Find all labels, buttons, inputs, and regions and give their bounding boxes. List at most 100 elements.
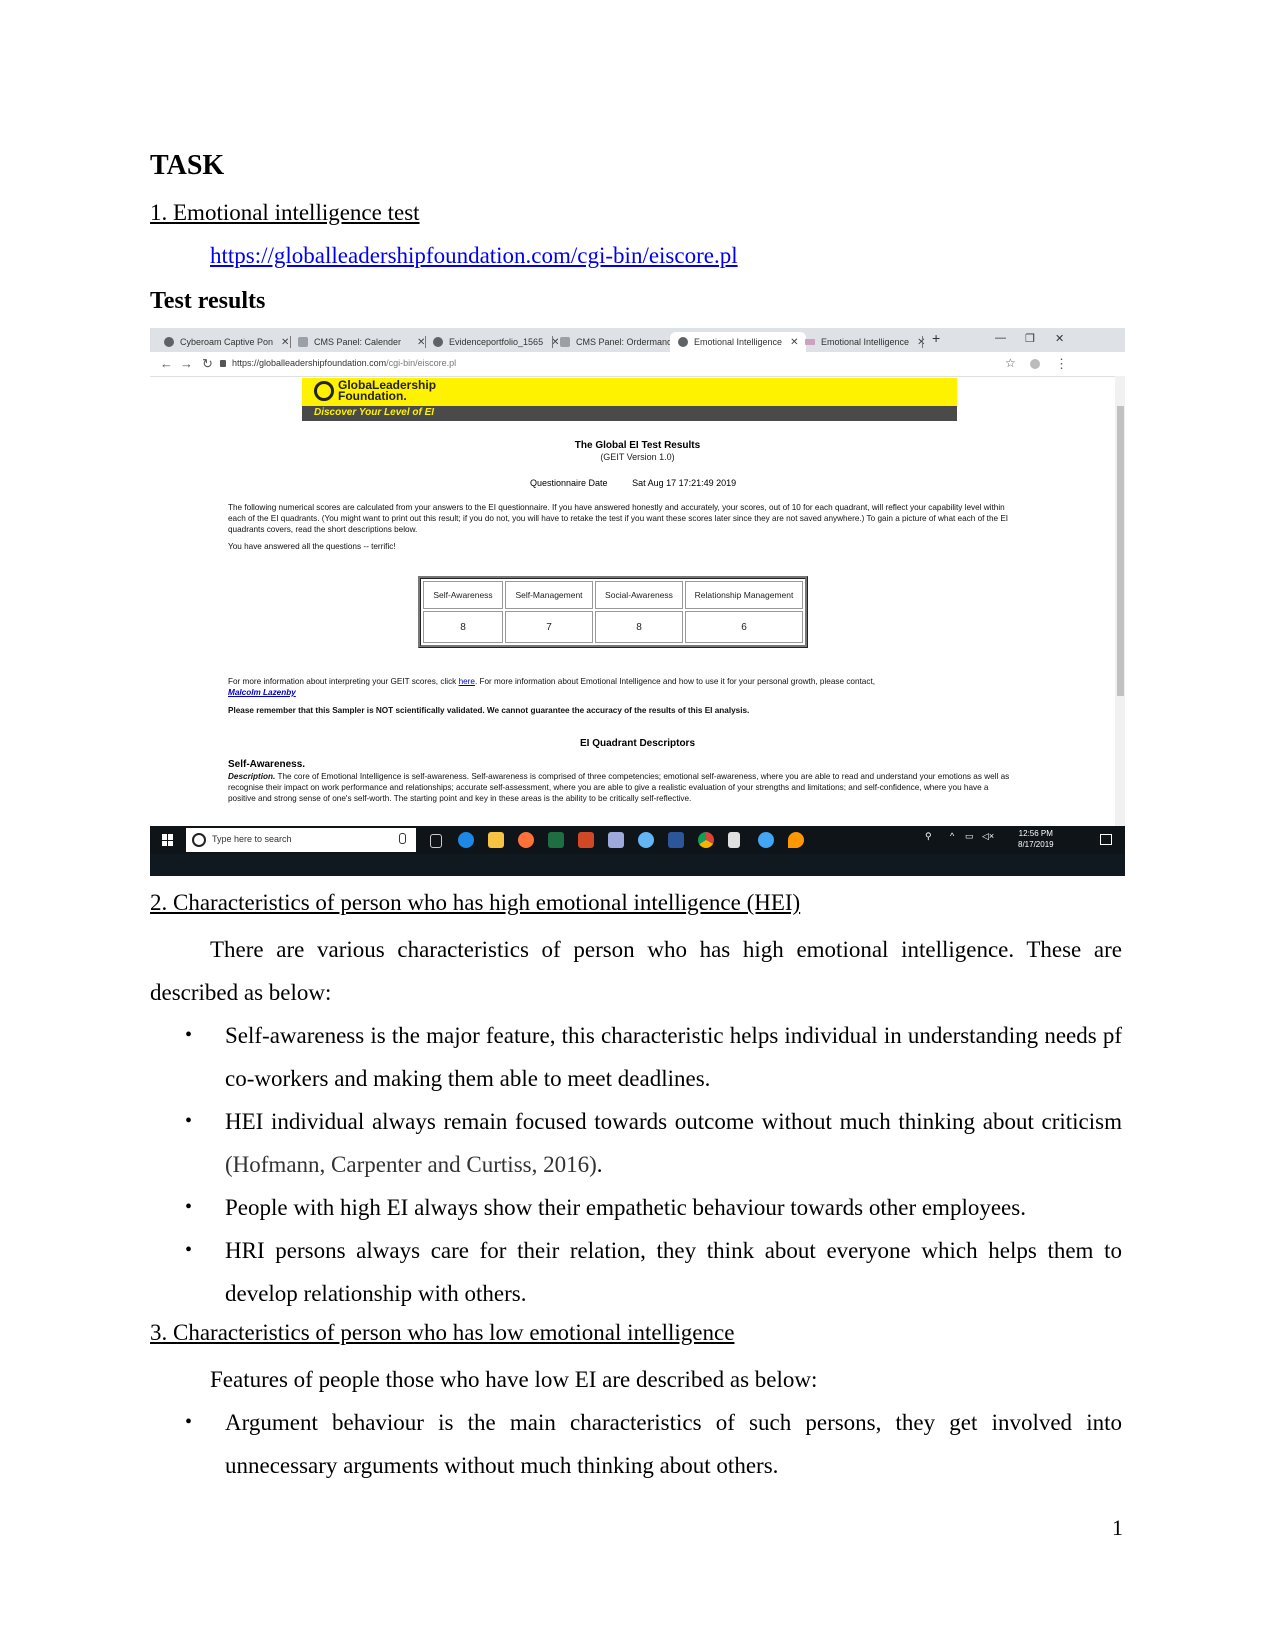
tray-chevron-icon[interactable]: ^ — [950, 831, 954, 841]
profile-avatar[interactable] — [1030, 359, 1040, 369]
score-value: 8 — [595, 611, 683, 643]
description-text: The core of Emotional Intelligence is se… — [228, 772, 1010, 803]
section2-intro: There are various characteristics of per… — [150, 928, 1122, 1014]
microphone-icon[interactable] — [399, 833, 406, 844]
browser-tab-active[interactable]: Emotional Intelligence ✕ — [670, 332, 807, 352]
menu-icon[interactable]: ⋮ — [1055, 356, 1068, 372]
date-label: Questionnaire Date — [530, 478, 608, 488]
here-link[interactable]: here — [459, 677, 475, 686]
mail-icon — [805, 339, 815, 345]
list-item-text: Argument behaviour is the main character… — [225, 1410, 1122, 1478]
cms-icon — [560, 337, 570, 347]
paint-icon[interactable] — [608, 832, 624, 848]
section2-heading: 2. Characteristics of person who has hig… — [150, 890, 801, 915]
lei-characteristics-list: • Argument behaviour is the main characte… — [150, 1401, 1122, 1487]
score-value: 7 — [505, 611, 593, 643]
list-item: • People with high EI always show their e… — [150, 1186, 1122, 1229]
url-host: https://globalleadershipfoundation.com — [232, 358, 387, 368]
score-header: Social-Awareness — [595, 581, 683, 609]
back-button[interactable]: ← — [160, 356, 173, 371]
questionnaire-date: Questionnaire Date Sat Aug 17 17:21:49 2… — [530, 478, 758, 488]
more-info-text: For more information about interpreting … — [228, 676, 1018, 698]
tab-label: CMS Panel: Ordermano — [576, 337, 673, 347]
logo-icon — [314, 381, 334, 401]
taskbar-clock[interactable]: 12:56 PM 8/17/2019 — [1018, 828, 1054, 850]
site-brand: GlobaLeadership Foundation. — [338, 379, 436, 402]
results-version: (GEIT Version 1.0) — [600, 452, 675, 462]
scores-table: Self-Awareness Self-Management Social-Aw… — [418, 576, 808, 648]
powerpoint-icon[interactable] — [578, 832, 594, 848]
task-heading: TASK — [150, 150, 225, 181]
firefox-icon[interactable] — [518, 832, 534, 848]
list-item-text: Self-awareness is the major feature, thi… — [225, 1023, 1122, 1091]
globe-icon — [164, 337, 174, 347]
self-awareness-description: Description. The core of Emotional Intel… — [228, 771, 1018, 804]
close-icon[interactable]: ✕ — [281, 337, 289, 348]
disclaimer: Please remember that this Sampler is NOT… — [228, 706, 750, 715]
bullet-icon: • — [185, 1196, 193, 1218]
windows-taskbar: Type here to search ⚲ ^ ▭ ◁× 12:56 PM 8/… — [150, 826, 1125, 876]
excel-icon[interactable] — [548, 832, 564, 848]
page-number: 1 — [1112, 1515, 1123, 1540]
file-explorer-icon[interactable] — [488, 832, 504, 848]
browser-tab[interactable]: Evidenceportfolio_1565 ✕ — [433, 332, 559, 352]
globe-icon — [433, 337, 443, 347]
score-header: Self-Awareness — [423, 581, 503, 609]
site-tagline: Discover Your Level of EI — [314, 407, 435, 418]
restore-button[interactable]: ❐ — [1025, 332, 1035, 345]
reload-button[interactable]: ↻ — [202, 356, 213, 372]
section1-heading: 1. Emotional intelligence test — [150, 200, 420, 225]
list-item: • HEI individual always remain focused to… — [150, 1100, 1122, 1186]
url-path: /cgi-bin/eiscore.pl — [386, 358, 457, 368]
browser-tab[interactable]: Cyberoam Captive Pon ✕ — [164, 332, 289, 352]
self-awareness-heading: Self-Awareness. — [228, 759, 306, 770]
people-icon[interactable]: ⚲ — [925, 831, 932, 842]
test-link[interactable]: https://globalleadershipfoundation.com/c… — [210, 243, 738, 269]
task-view-icon[interactable] — [430, 834, 442, 848]
answered-all-note: You have answered all the questions -- t… — [228, 542, 396, 551]
browser-tab[interactable]: CMS Panel: Calender ✕ — [298, 332, 425, 352]
lock-icon — [220, 360, 226, 367]
date-value: Sat Aug 17 17:21:49 2019 — [632, 478, 737, 488]
window-close-button[interactable]: ✕ — [1055, 332, 1064, 345]
new-tab-button[interactable]: + — [932, 330, 940, 346]
chrome-icon[interactable] — [698, 832, 714, 848]
score-value: 6 — [685, 611, 803, 643]
site-banner: GlobaLeadership Foundation. — [302, 378, 957, 406]
forward-button[interactable]: → — [180, 356, 193, 371]
edge-icon[interactable] — [458, 832, 474, 848]
url-field[interactable]: https://globalleadershipfoundation.com/c… — [232, 358, 456, 368]
more-info-post: . For more information about Emotional I… — [474, 677, 875, 686]
globe-app-icon[interactable] — [638, 832, 654, 848]
windows-start-icon[interactable] — [162, 834, 174, 846]
clock-date: 8/17/2019 — [1018, 840, 1054, 849]
section2-intro-text: There are various characteristics of per… — [150, 937, 1122, 1005]
scores-value-row: 8 7 8 6 — [423, 611, 803, 643]
flame-app-icon[interactable] — [788, 832, 804, 848]
results-title: The Global EI Test Results — [574, 440, 701, 451]
clock-time: 12:56 PM — [1018, 829, 1053, 838]
notifications-icon[interactable] — [1100, 834, 1112, 845]
taskbar-search-input[interactable]: Type here to search — [186, 828, 416, 852]
bookmark-star-icon[interactable]: ☆ — [1005, 356, 1016, 370]
globe-icon — [678, 337, 688, 347]
browser-screenshot: Cyberoam Captive Pon ✕ CMS Panel: Calend… — [150, 328, 1125, 876]
browser-tab[interactable]: Emotional Intelligence ✕ — [805, 332, 925, 352]
bullet-icon: • — [185, 1110, 193, 1132]
calculator-icon[interactable] — [728, 832, 740, 848]
word-icon[interactable] — [668, 832, 684, 848]
tab-label: Evidenceportfolio_1565 — [449, 337, 544, 347]
minimize-button[interactable]: — — [995, 332, 1006, 344]
list-item: • HRI persons always care for their relat… — [150, 1229, 1122, 1315]
score-header: Self-Management — [505, 581, 593, 609]
outlook-icon[interactable] — [758, 832, 774, 848]
contact-link[interactable]: Malcolm Lazenby — [228, 688, 296, 697]
citation-suffix: . — [596, 1152, 603, 1177]
score-value: 8 — [423, 611, 503, 643]
volume-mute-icon[interactable]: ◁× — [982, 831, 994, 842]
results-intro: The following numerical scores are calcu… — [228, 503, 1009, 534]
close-icon[interactable]: ✕ — [790, 337, 798, 348]
cortana-icon — [192, 833, 206, 847]
network-icon[interactable]: ▭ — [965, 831, 974, 842]
scores-header-row: Self-Awareness Self-Management Social-Aw… — [423, 581, 803, 609]
